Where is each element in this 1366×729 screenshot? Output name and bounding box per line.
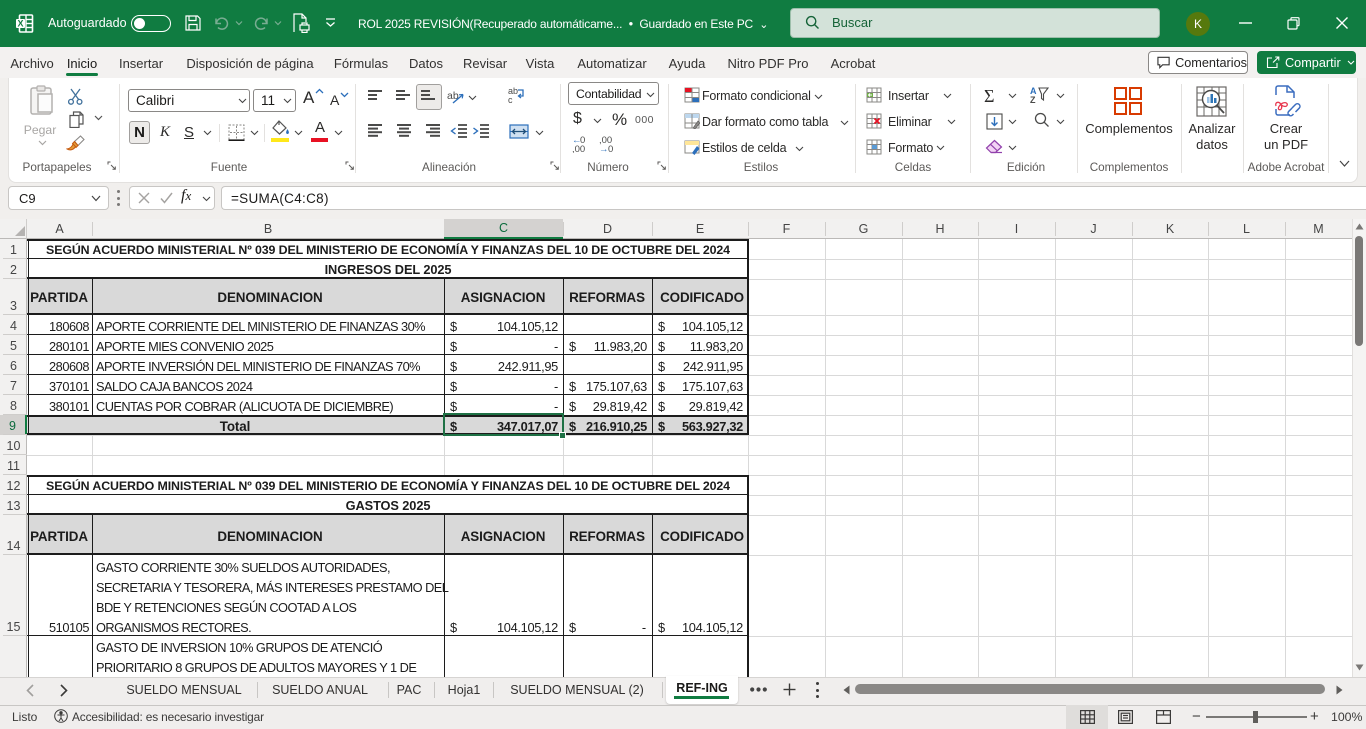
svg-text:X: X <box>17 19 23 29</box>
svg-text:Z: Z <box>1030 95 1036 104</box>
svg-text:,00: ,00 <box>572 144 585 153</box>
svg-text:0: 0 <box>608 144 613 153</box>
svg-text:c: c <box>508 95 513 104</box>
